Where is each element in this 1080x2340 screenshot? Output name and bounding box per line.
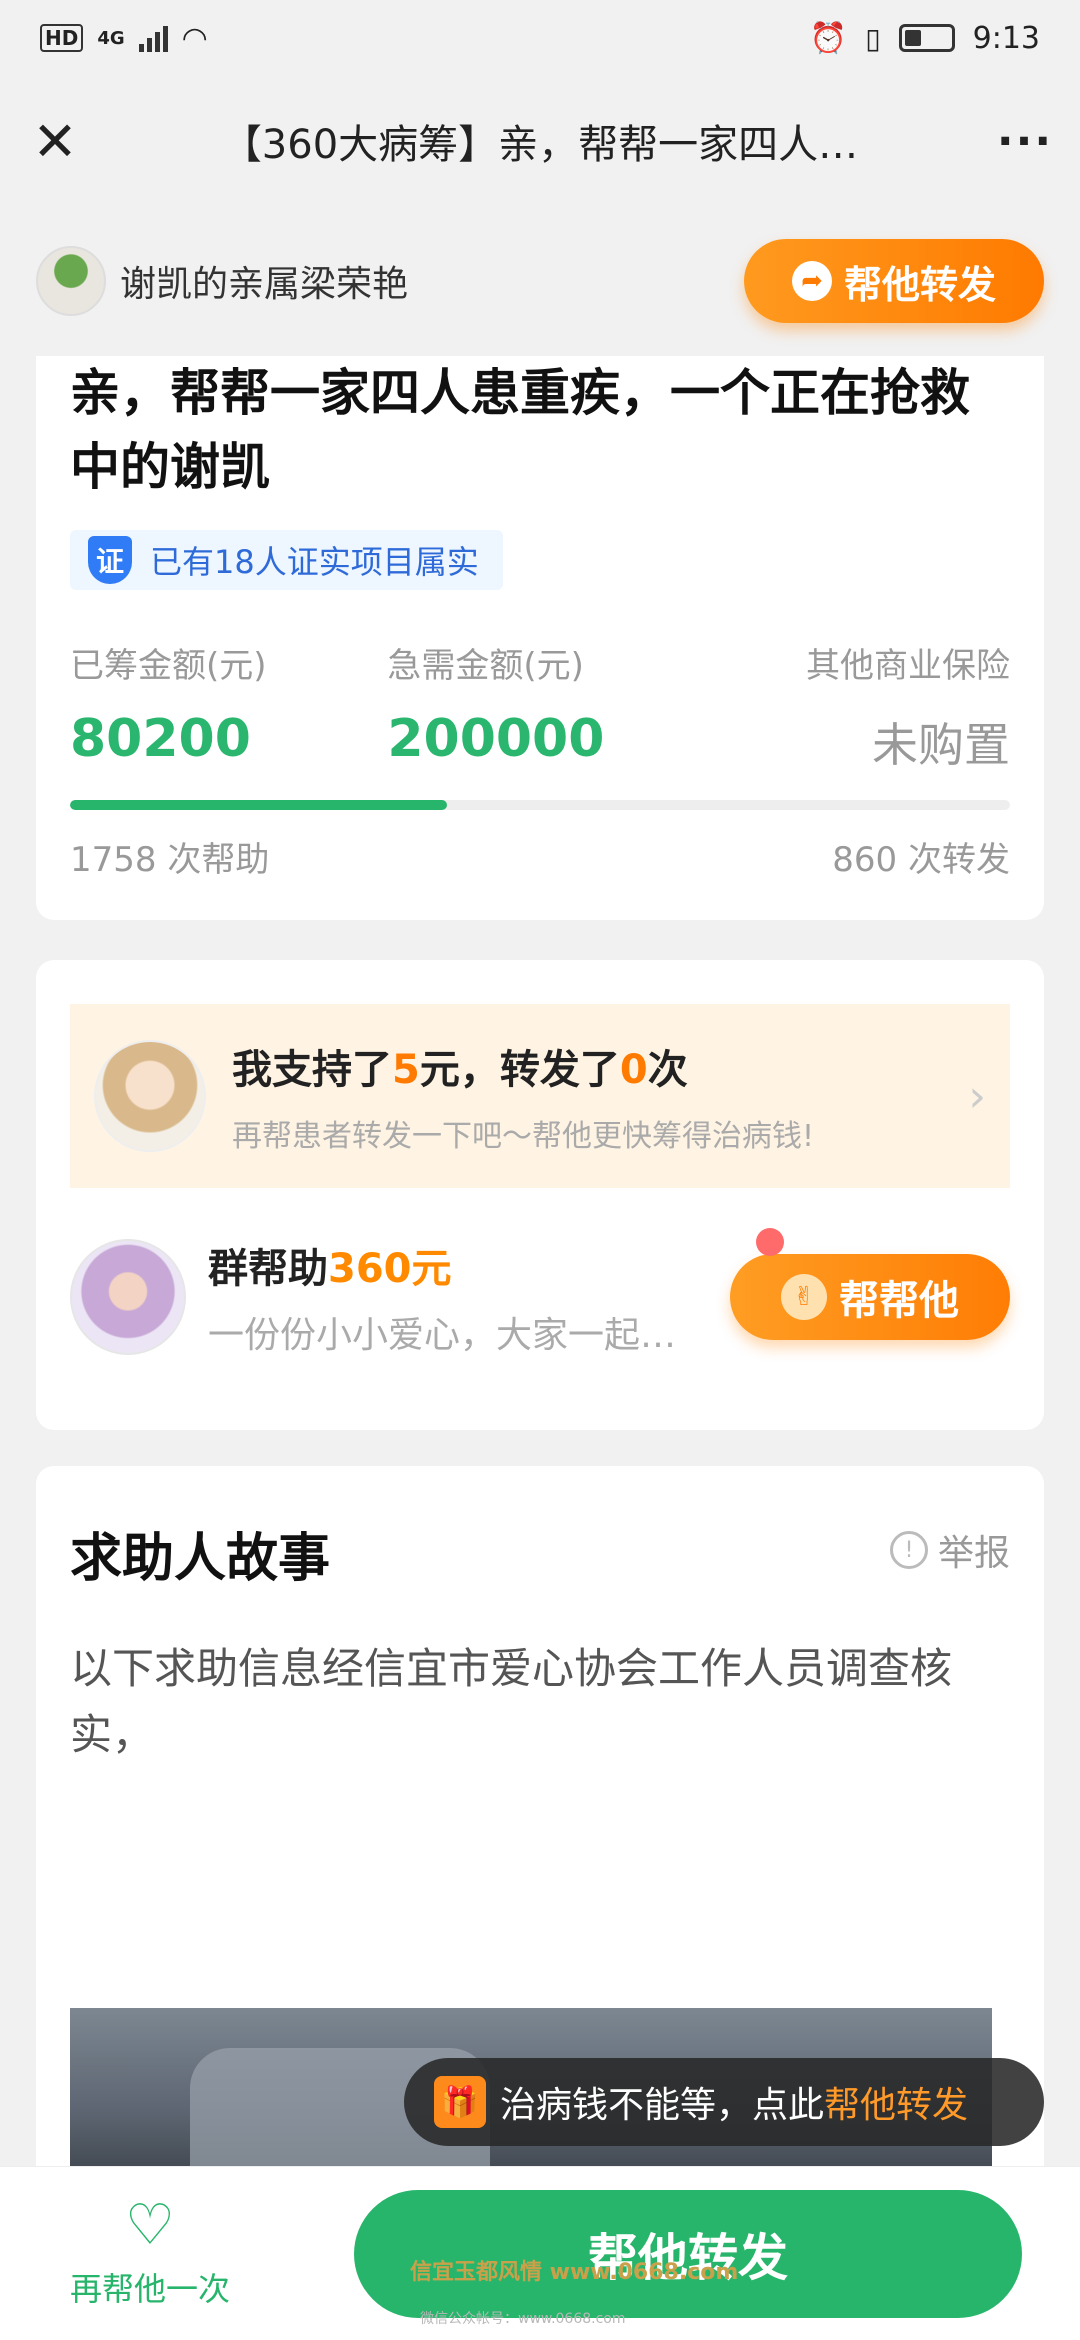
support-line: 我支持了5元，转发了0次 <box>232 1037 968 1095</box>
progress-fill <box>70 800 447 810</box>
support-card: 我支持了5元，转发了0次 再帮患者转发一下吧～帮他更快筹得治病钱! › 群帮助3… <box>36 960 1044 1430</box>
alarm-icon: ⏰ <box>809 20 848 56</box>
shield-icon: 证 <box>88 536 132 584</box>
group-prefix: 群帮助 <box>208 1246 328 1292</box>
status-time: 9:13 <box>972 20 1040 56</box>
group-help-row: 群帮助360元 一份份小小爱心，大家一起… ✌ 帮帮他 <box>70 1222 1010 1372</box>
avatar[interactable] <box>36 246 106 316</box>
group-text: 群帮助360元 一份份小小爱心，大家一起… <box>208 1236 730 1358</box>
support-mid: 元，转发了 <box>419 1047 620 1093</box>
vibrate-icon: ▯ <box>865 21 881 55</box>
status-left: HD 4G ◠ <box>40 21 208 56</box>
avatar <box>94 1040 206 1152</box>
relative-header: 谢凯的亲属梁荣艳 ➦ 帮他转发 <box>0 206 1080 356</box>
hand-heart-icon: ✌ <box>781 1274 827 1320</box>
stat-label: 其他商业保险 <box>805 646 1010 686</box>
stat-value: 200000 <box>387 709 605 769</box>
forward-toast[interactable]: 🎁 治病钱不能等，点此帮他转发 <box>404 2058 1044 2146</box>
status-bar: HD 4G ◠ ⏰ ▯ 9:13 <box>0 0 1080 76</box>
group-line: 群帮助360元 <box>208 1236 730 1294</box>
support-banner[interactable]: 我支持了5元，转发了0次 再帮患者转发一下吧～帮他更快筹得治病钱! › <box>70 1004 1010 1188</box>
help-button[interactable]: ✌ 帮帮他 <box>730 1228 1010 1340</box>
avatar <box>70 1239 186 1355</box>
support-text: 我支持了5元，转发了0次 再帮患者转发一下吧～帮他更快筹得治病钱! <box>232 1037 968 1155</box>
report-label: 举报 <box>937 1533 1010 1574</box>
toast-prefix: 治病钱不能等，点此 <box>500 2085 825 2126</box>
heart-icon <box>756 1228 784 1256</box>
hd-icon: HD <box>40 24 84 52</box>
watermark: 信宜玉都风情 www.0668.com <box>410 2260 739 2285</box>
toast-text: 治病钱不能等，点此帮他转发 <box>500 2076 968 2128</box>
forward-button[interactable]: ➦ 帮他转发 <box>744 239 1044 323</box>
watermark-small: 微信公众帐号：www.0668.com <box>420 2311 626 2327</box>
share-arrow-icon: ➦ <box>791 261 832 301</box>
progress-bar <box>70 800 1010 810</box>
help-button-label: 帮帮他 <box>839 1278 959 1324</box>
support-amount: 5 <box>392 1047 420 1093</box>
network-4g-icon: 4G <box>97 27 125 49</box>
campaign-card: 亲，帮帮一家四人患重疾，一个正在抢救中的谢凯 证 已有18人证实项目属实 已筹金… <box>36 330 1044 920</box>
stat-raised: 已筹金额(元) 80200 <box>70 638 381 775</box>
campaign-title: 亲，帮帮一家四人患重疾，一个正在抢救中的谢凯 <box>70 364 970 496</box>
report-button[interactable]: ! 举报 <box>889 1524 1010 1576</box>
stat-value: 未购置 <box>871 718 1010 772</box>
help-again-label: 再帮他一次 <box>69 2269 230 2308</box>
support-times: 0 <box>619 1047 648 1093</box>
more-icon[interactable]: ··· <box>970 76 1080 206</box>
wifi-icon: ◠ <box>181 20 208 56</box>
story-title: 求助人故事 <box>70 1529 331 1589</box>
gift-icon: 🎁 <box>434 2076 486 2128</box>
stat-needed: 急需金额(元) 200000 <box>381 638 698 775</box>
page-title: 【360大病筹】亲，帮帮一家四人… <box>221 122 859 168</box>
stats-row: 已筹金额(元) 80200 急需金额(元) 200000 其他商业保险 未购置 <box>70 638 1010 775</box>
stat-value: 80200 <box>70 709 251 769</box>
verify-badge[interactable]: 证 已有18人证实项目属实 <box>70 530 503 590</box>
group-amount: 360元 <box>328 1246 452 1292</box>
toast-highlight: 帮他转发 <box>824 2085 969 2126</box>
heart-plus-icon: ♡ <box>124 2192 176 2258</box>
support-subtitle: 再帮患者转发一下吧～帮他更快筹得治病钱! <box>232 1119 815 1154</box>
warning-icon: ! <box>889 1531 928 1569</box>
counts-row: 1758 次帮助 860 次转发 <box>70 832 1010 881</box>
chevron-right-icon: › <box>968 1070 986 1122</box>
forward-count: 860 次转发 <box>832 840 1010 880</box>
help-count: 1758 次帮助 <box>70 840 270 880</box>
group-subtitle: 一份份小小爱心，大家一起… <box>208 1315 677 1356</box>
stat-label: 急需金额(元) <box>387 646 584 686</box>
help-again-button[interactable]: ♡ 再帮他一次 <box>0 2192 300 2310</box>
status-right: ⏰ ▯ 9:13 <box>810 21 1040 56</box>
nav-bar: ✕ 【360大病筹】亲，帮帮一家四人… ··· <box>0 76 1080 206</box>
battery-icon <box>898 24 955 52</box>
verify-text: 已有18人证实项目属实 <box>150 543 479 581</box>
signal-icon <box>138 24 168 52</box>
relative-name: 谢凯的亲属梁荣艳 <box>120 264 409 305</box>
story-body: 以下求助信息经信宜市爱心协会工作人员调查核实， <box>70 1644 953 1759</box>
support-suffix: 次 <box>647 1047 688 1093</box>
stat-label: 已筹金额(元) <box>70 646 267 686</box>
forward-label: 帮他转发 <box>843 262 996 307</box>
stat-insurance: 其他商业保险 未购置 <box>699 638 1010 775</box>
close-icon[interactable]: ✕ <box>0 76 110 206</box>
support-prefix: 我支持了 <box>232 1047 392 1093</box>
